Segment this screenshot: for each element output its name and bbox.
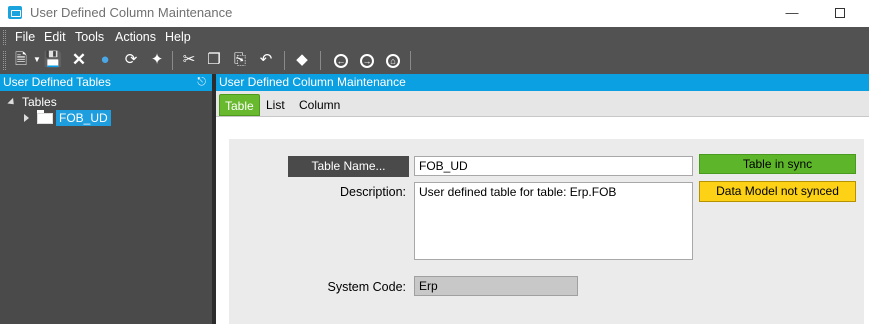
tab-column[interactable]: Column (295, 94, 344, 116)
tab-list[interactable]: List (262, 94, 289, 116)
home-icon[interactable]: ⌂ (383, 50, 403, 70)
toolbar-separator (410, 51, 411, 70)
right-panel-header: User Defined Column Maintenance (216, 74, 869, 91)
refresh-icon[interactable]: ⟳ (121, 50, 141, 70)
window-title: User Defined Column Maintenance (30, 5, 233, 20)
collapse-icon[interactable] (24, 114, 29, 122)
folder-icon (37, 109, 53, 124)
menu-edit[interactable]: Edit (44, 30, 66, 44)
delete-icon[interactable]: ✕ (69, 50, 89, 70)
forward-icon[interactable]: → (357, 50, 377, 70)
minimize-button[interactable]: — (782, 3, 802, 23)
left-panel-title: User Defined Tables (3, 75, 111, 89)
save-icon[interactable]: 💾 (43, 50, 63, 70)
menu-help[interactable]: Help (165, 30, 191, 44)
back-icon[interactable]: ← (331, 50, 351, 70)
toolbar: 🗎 ▼ 💾 ✕ ● ⟳ ✦ ✂ ❐ ⎘ ↶ ◆ ← → ⌂ (0, 47, 869, 74)
copy-icon[interactable]: ❐ (204, 50, 224, 70)
menu-file[interactable]: File (15, 30, 35, 44)
menu-grip[interactable] (3, 30, 6, 45)
app-icon (8, 6, 22, 19)
tab-table[interactable]: Table (219, 94, 260, 116)
system-code-field: Erp (414, 276, 578, 296)
data-model-sync-status[interactable]: Data Model not synced (699, 181, 856, 202)
title-bar: User Defined Column Maintenance — (0, 0, 869, 27)
expand-icon[interactable] (7, 98, 17, 108)
paste-icon[interactable]: ⎘ (230, 50, 250, 70)
description-label: Description: (340, 185, 406, 199)
toolbar-grip[interactable] (3, 51, 6, 70)
left-panel-header: User Defined Tables ⎋ (0, 74, 212, 91)
menu-bar: File Edit Tools Actions Help (0, 27, 869, 47)
cut-icon[interactable]: ✂ (179, 50, 199, 70)
app-window: User Defined Column Maintenance — File E… (0, 0, 869, 324)
tab-bar: Table List Column (216, 91, 869, 117)
clear-icon[interactable]: ✦ (147, 50, 167, 70)
tree-node-fob-ud[interactable]: FOB_UD (24, 109, 111, 126)
tree-node-label[interactable]: FOB_UD (56, 110, 111, 126)
tree-root[interactable]: Tables (7, 95, 57, 109)
menu-actions[interactable]: Actions (115, 30, 156, 44)
search-icon[interactable]: ◆ (292, 50, 312, 70)
toolbar-separator (172, 51, 173, 70)
pin-icon[interactable]: ⎋ (197, 74, 206, 91)
menu-tools[interactable]: Tools (75, 30, 104, 44)
toolbar-separator (284, 51, 285, 70)
undo-icon[interactable]: ↶ (256, 50, 276, 70)
toolbar-separator (320, 51, 321, 70)
table-name-input[interactable] (414, 156, 693, 176)
description-textarea[interactable]: User defined table for table: Erp.FOB (414, 182, 693, 260)
table-sync-status: Table in sync (699, 154, 856, 174)
maximize-button[interactable] (830, 3, 850, 23)
chat-icon[interactable]: ● (95, 50, 115, 70)
table-name-button[interactable]: Table Name... (288, 156, 409, 177)
system-code-label: System Code: (327, 280, 406, 294)
tree-root-label: Tables (22, 95, 57, 109)
